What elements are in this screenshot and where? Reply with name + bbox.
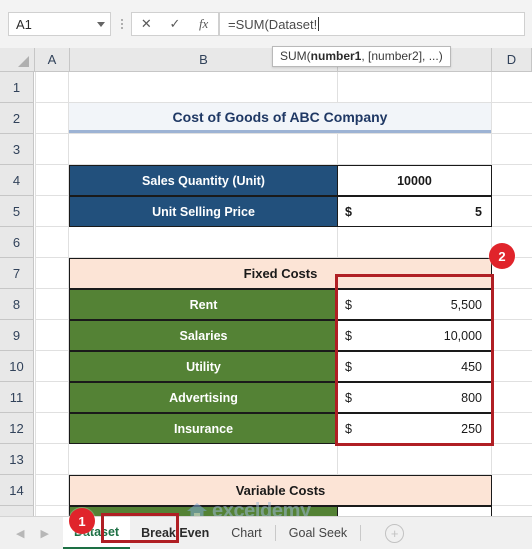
insert-function-icon[interactable]: fx — [191, 13, 217, 35]
column-header-a[interactable]: A — [35, 48, 70, 71]
prev-sheet-icon[interactable]: ◀ — [16, 527, 24, 540]
sheet-title[interactable]: Cost of Goods of ABC Company — [69, 103, 491, 133]
currency-amount: 5 — [475, 204, 482, 219]
header-variable-costs[interactable]: Variable Costs — [69, 475, 492, 506]
next-sheet-icon[interactable]: ▶ — [40, 527, 48, 540]
column-header-row: A B C D — [0, 48, 532, 72]
value-rent[interactable]: $ 5,500 — [337, 289, 492, 320]
row-header-14[interactable]: 14 — [0, 475, 33, 506]
currency-amount: 450 — [461, 359, 482, 374]
row-header-11[interactable]: 11 — [0, 382, 33, 413]
confirm-icon[interactable]: ✓ — [162, 13, 188, 35]
currency-amount: 10,000 — [443, 328, 482, 343]
annotation-badge-2: 2 — [489, 243, 515, 269]
row-header-8[interactable]: 8 — [0, 289, 33, 320]
header-fixed-costs[interactable]: Fixed Costs — [69, 258, 492, 289]
label-rent[interactable]: Rent — [69, 289, 338, 320]
formula-bar: A1 ✕ ✓ fx =SUM(Dataset! — [0, 0, 532, 49]
currency-symbol: $ — [345, 297, 352, 312]
sheet-tab-chart[interactable]: Chart — [220, 517, 273, 549]
label-salaries[interactable]: Salaries — [69, 320, 338, 351]
row-header-13[interactable]: 13 — [0, 444, 33, 475]
row-header-5[interactable]: 5 — [0, 196, 33, 227]
name-box-value: A1 — [16, 16, 32, 32]
row-header-6[interactable]: 6 — [0, 227, 33, 258]
formula-bar-grip[interactable] — [115, 19, 129, 29]
currency-symbol: $ — [345, 359, 352, 374]
label-sales-quantity[interactable]: Sales Quantity (Unit) — [69, 165, 338, 196]
name-box[interactable]: A1 — [8, 12, 111, 36]
sheet-nav-arrows: ◀ ▶ — [0, 527, 63, 540]
row-header-3[interactable]: 3 — [0, 134, 33, 165]
row-header-2[interactable]: 2 — [0, 103, 33, 134]
formula-input[interactable]: =SUM(Dataset! — [219, 12, 525, 36]
tab-separator — [360, 525, 362, 541]
cell-area: Cost of Goods of ABC Company Sales Quant… — [35, 72, 532, 517]
label-advertising[interactable]: Advertising — [69, 382, 338, 413]
currency-symbol: $ — [345, 204, 352, 219]
text-cursor — [318, 17, 320, 31]
row-header-12[interactable]: 12 — [0, 413, 33, 444]
excel-window: A1 ✕ ✓ fx =SUM(Dataset! A B C D 1 2 3 4 … — [0, 0, 532, 549]
value-utility[interactable]: $ 450 — [337, 351, 492, 382]
tooltip-bold-arg: number1 — [310, 49, 362, 63]
value-sales-quantity[interactable]: 10000 — [337, 165, 492, 196]
select-all-corner[interactable] — [0, 48, 35, 71]
currency-amount: 250 — [461, 421, 482, 436]
row-header-7[interactable]: 7 — [0, 258, 33, 289]
formula-action-group: ✕ ✓ fx — [131, 12, 219, 36]
currency-symbol: $ — [345, 421, 352, 436]
value-unit-selling-price[interactable]: $ 5 — [337, 196, 492, 227]
currency-amount: 5,500 — [450, 297, 482, 312]
sheet-tab-goal-seek[interactable]: Goal Seek — [278, 517, 358, 549]
currency-symbol: $ — [345, 390, 352, 405]
tooltip-prefix: SUM( — [280, 49, 311, 63]
row-header-10[interactable]: 10 — [0, 351, 33, 382]
chevron-down-icon[interactable] — [97, 21, 105, 27]
column-header-d[interactable]: D — [492, 48, 532, 71]
sheet-tabs: Dataset Break Even Chart Goal Seek — [62, 517, 363, 549]
function-signature-tooltip: SUM(number1, [number2], ...) — [272, 46, 451, 67]
row-header-9[interactable]: 9 — [0, 320, 33, 351]
annotation-badge-1: 1 — [69, 508, 95, 534]
row-header-gutter: 1 2 3 4 5 6 7 8 9 10 11 12 13 14 15 — [0, 72, 34, 517]
label-insurance[interactable]: Insurance — [69, 413, 338, 444]
add-sheet-icon[interactable]: + — [385, 523, 405, 543]
label-utility[interactable]: Utility — [69, 351, 338, 382]
value-insurance[interactable]: $ 250 — [337, 413, 492, 444]
tooltip-suffix: , [number2], ...) — [361, 49, 443, 63]
cancel-icon[interactable]: ✕ — [133, 13, 159, 35]
worksheet-grid: 1 2 3 4 5 6 7 8 9 10 11 12 13 14 15 — [0, 72, 532, 517]
tab-separator — [274, 525, 276, 541]
value-salaries[interactable]: $ 10,000 — [337, 320, 492, 351]
label-unit-selling-price[interactable]: Unit Selling Price — [69, 196, 338, 227]
row-header-4[interactable]: 4 — [0, 165, 33, 196]
currency-amount: 800 — [461, 390, 482, 405]
formula-text: =SUM(Dataset! — [228, 16, 318, 32]
value-advertising[interactable]: $ 800 — [337, 382, 492, 413]
select-all-icon — [18, 56, 29, 67]
row-header-1[interactable]: 1 — [0, 72, 33, 103]
currency-symbol: $ — [345, 328, 352, 343]
sheet-tab-break-even[interactable]: Break Even — [130, 517, 220, 549]
